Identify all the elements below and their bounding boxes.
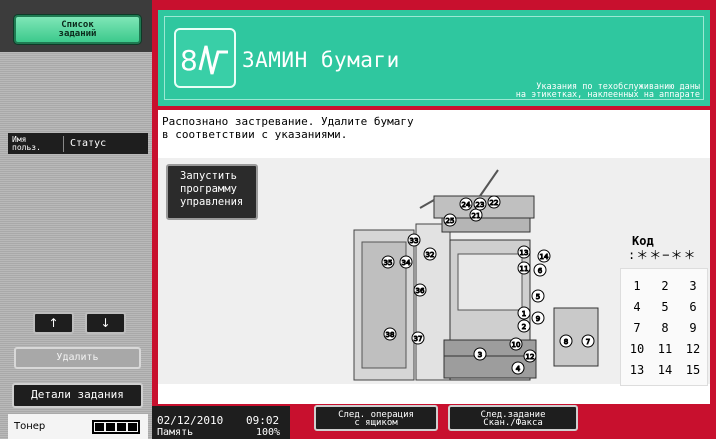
jam-marker-label: 5 [536, 293, 540, 301]
keypad-key: 3 [689, 279, 697, 293]
jam-marker-label: 6 [538, 267, 543, 275]
toner-label: Тонер [14, 421, 46, 432]
job-list [8, 154, 148, 304]
arrow-down-icon: ↓ [100, 316, 111, 330]
jam-marker-label: 25 [446, 217, 455, 225]
jam-marker-label: 22 [490, 199, 499, 207]
svg-text:8: 8 [180, 44, 198, 77]
screen-title: ЗАМИН бумаги [242, 48, 400, 72]
instruction-line-1: Распознано застревание. Удалите бумагу [162, 115, 414, 128]
jam-marker-label: 38 [386, 331, 395, 339]
keypad-key: 11 [657, 342, 673, 356]
keypad-key: 5 [661, 300, 669, 314]
toner-segment [106, 422, 115, 431]
jam-marker-label: 10 [512, 341, 521, 349]
jam-marker-label: 24 [462, 201, 471, 209]
toner-segment [117, 422, 126, 431]
keypad-key: 10 [629, 342, 645, 356]
jam-marker-label: 21 [472, 212, 481, 220]
jam-marker-label: 9 [536, 315, 540, 323]
keypad-key: 15 [685, 363, 701, 377]
keypad-key: 7 [633, 321, 641, 335]
machine-diagram: 1 2 3 4 5 6 7 8 9 10 11 12 13 14 21 22 2 [353, 169, 599, 381]
jam-marker-label: 23 [476, 201, 485, 209]
jam-marker-label: 36 [416, 287, 425, 295]
column-user-line-2: польз. [12, 142, 41, 152]
column-user: Имя польз. [8, 135, 64, 152]
job-list-button[interactable]: Список заданий [14, 15, 141, 44]
jam-marker-label: 37 [414, 335, 423, 343]
next-job-button[interactable]: След.задание Скан./Факса [448, 405, 578, 431]
jam-marker-label: 34 [402, 259, 411, 267]
jam-marker-label: 32 [426, 251, 435, 259]
keypad-key: 4 [633, 300, 641, 314]
next-operation-button[interactable]: След. операция с ящиком [314, 405, 438, 431]
job-list-label-2: заданий [58, 29, 97, 39]
keypad-key: 2 [661, 279, 669, 293]
toner-gauge [92, 419, 140, 434]
service-note: Указания по техобслуживанию даны на этик… [410, 83, 700, 100]
job-details-button[interactable]: Детали задания [12, 383, 143, 408]
keypad-key: 6 [689, 300, 697, 314]
keypad-key: 9 [689, 321, 697, 335]
keypad-key: 8 [661, 321, 669, 335]
job-list-header: Имя польз. Статус [8, 133, 148, 154]
header-panel: 8 ЗАМИН бумаги Указания по техобслуживан… [158, 10, 710, 106]
next-job-label-2: Скан./Факса [483, 418, 543, 428]
status-clock: 02/12/2010 09:02 Память 100% [152, 406, 290, 439]
next-operation-label-2: с ящиком [354, 418, 398, 428]
column-status: Статус [70, 138, 107, 149]
jam-position-keypad: 1 2 3 4 5 6 7 8 9 10 11 12 13 14 15 [620, 268, 708, 386]
left-panel: Список заданий Имя польз. Статус ↑ ↓ Уда… [0, 0, 152, 439]
keypad-key: 14 [657, 363, 673, 377]
jam-marker-label: 1 [522, 310, 526, 318]
keypad-key: 1 [633, 279, 641, 293]
keypad-key: 13 [629, 363, 645, 377]
keypad-key: 12 [685, 342, 701, 356]
time-text: 09:02 [246, 414, 280, 427]
jam-marker-label: 14 [540, 253, 549, 261]
jam-marker-label: 8 [564, 338, 568, 346]
jam-marker-label: 12 [526, 353, 535, 361]
content-panel: Распознано застревание. Удалите бумагу в… [158, 110, 710, 404]
jam-marker-label: 35 [384, 259, 393, 267]
jam-marker-label: 2 [522, 323, 526, 331]
toner-indicator: Тонер [8, 414, 148, 439]
toner-segment [128, 422, 137, 431]
date-text: 02/12/2010 [157, 414, 224, 427]
memory-value: 100% [256, 427, 281, 438]
arrow-up-icon: ↑ [48, 316, 59, 330]
jam-marker-label: 7 [586, 338, 590, 346]
jam-marker-label: 13 [520, 249, 529, 257]
jam-instruction: Распознано застревание. Удалите бумагу в… [162, 115, 414, 141]
main-frame: 8 ЗАМИН бумаги Указания по техобслуживан… [152, 0, 716, 439]
jam-marker-label: 11 [520, 265, 529, 273]
scroll-up-button[interactable]: ↑ [33, 312, 74, 334]
jam-marker-label: 4 [516, 365, 521, 373]
memory-label: Память [157, 427, 194, 438]
instruction-line-2: в соответствии с указаниями. [162, 128, 348, 141]
paper-jam-icon: 8 [174, 28, 236, 88]
delete-button[interactable]: Удалить [14, 347, 141, 369]
jam-marker-label: 3 [478, 351, 482, 359]
jam-diagram-area: Запустить программу управления 1 2 3 4 5… [158, 158, 710, 386]
service-note-line-2: на этикетках, наклеенных на аппарате [515, 90, 700, 100]
toner-segment [95, 422, 104, 431]
scroll-down-button[interactable]: ↓ [85, 312, 126, 334]
code-value: :＊＊−＊＊ [628, 248, 697, 262]
jam-marker-label: 33 [410, 237, 419, 245]
